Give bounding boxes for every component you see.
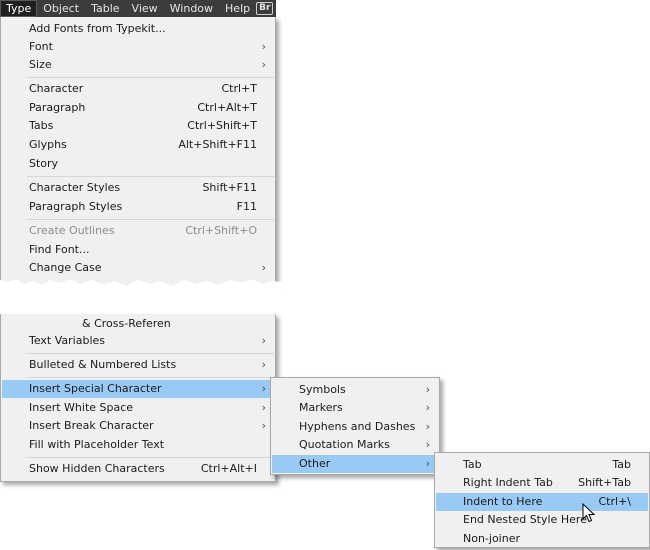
menu-item-bulleted-lists[interactable]: Bulleted & Numbered Lists › xyxy=(2,356,274,374)
menu-item-create-outlines: Create Outlines Ctrl+Shift+O xyxy=(29,224,257,237)
chevron-right-icon: › xyxy=(261,40,266,53)
menu-separator xyxy=(27,457,274,458)
menu-item-text-variables[interactable]: Text Variables › xyxy=(2,332,274,350)
menu-separator xyxy=(27,176,274,177)
menu-item-add-fonts[interactable]: Add Fonts from Typekit... xyxy=(2,20,274,38)
menu-separator xyxy=(27,219,274,220)
type-menu-top: Add Fonts from Typekit... Font › Size › Ch… xyxy=(0,17,276,287)
menu-item-insert-special-character[interactable]: Insert Special Character › xyxy=(2,380,274,398)
submenu-item-right-indent-tab[interactable]: Right Indent Tab Shift+Tab xyxy=(436,474,648,492)
chevron-right-icon: › xyxy=(261,382,266,395)
submenu-item-quotation-marks[interactable]: Quotation Marks › xyxy=(272,436,438,454)
submenu-item-markers[interactable]: Markers › xyxy=(272,399,438,417)
menubar-object[interactable]: Object xyxy=(37,0,85,17)
chevron-right-icon: › xyxy=(425,420,430,433)
menu-item-show-hidden-characters[interactable]: Show Hidden Characters Ctrl+Alt+I xyxy=(2,460,274,478)
other-submenu: Tab Tab Right Indent Tab Shift+Tab Indent … xyxy=(434,452,650,548)
menubar-table[interactable]: Table xyxy=(85,0,125,17)
menu-item-insert-white-space[interactable]: Insert White Space › xyxy=(2,399,274,417)
menu-item-cross-references[interactable]: & Cross-Referen xyxy=(2,315,274,333)
chevron-right-icon: › xyxy=(425,438,430,451)
menu-item-font[interactable]: Font › xyxy=(2,38,274,56)
chevron-right-icon: › xyxy=(261,401,266,414)
menu-item-paragraph-styles[interactable]: Paragraph Styles F11 xyxy=(2,198,274,216)
menubar-window[interactable]: Window xyxy=(164,0,219,17)
submenu-item-tab[interactable]: Tab Tab xyxy=(436,456,648,474)
type-menu-bottom: & Cross-Referen Text Variables › Bulleted… xyxy=(0,314,276,482)
submenu-item-symbols[interactable]: Symbols › xyxy=(272,381,438,399)
menu-item-tabs[interactable]: Tabs Ctrl+Shift+T xyxy=(2,117,274,135)
submenu-item-indent-to-here[interactable]: Indent to Here Ctrl+\ xyxy=(436,493,648,511)
menu-item-glyphs[interactable]: Glyphs Alt+Shift+F11 xyxy=(2,136,274,154)
menu-item-insert-break-character[interactable]: Insert Break Character › xyxy=(2,417,274,435)
menu-bar: Type Object Table View Window Help Br xyxy=(0,0,276,17)
chevron-right-icon: › xyxy=(425,457,430,470)
menubar-view[interactable]: View xyxy=(126,0,164,17)
menu-item-size[interactable]: Size › xyxy=(2,56,274,74)
chevron-right-icon: › xyxy=(261,334,266,347)
menubar-help[interactable]: Help xyxy=(219,0,256,17)
menu-separator xyxy=(27,377,274,378)
submenu-item-hyphens-dashes[interactable]: Hyphens and Dashes › xyxy=(272,418,438,436)
menu-item-fill-placeholder[interactable]: Fill with Placeholder Text xyxy=(2,436,274,454)
chevron-right-icon: › xyxy=(425,401,430,414)
bridge-icon[interactable]: Br xyxy=(256,2,274,15)
menu-separator xyxy=(27,77,274,78)
submenu-item-non-joiner[interactable]: Non-joiner xyxy=(436,530,648,548)
chevron-right-icon: › xyxy=(261,58,266,71)
submenu-item-other[interactable]: Other › xyxy=(272,455,438,473)
menu-item-story[interactable]: Story xyxy=(2,155,274,173)
menu-separator xyxy=(27,353,274,354)
special-character-submenu: Symbols › Markers › Hyphens and Dashes › Qu… xyxy=(270,377,440,475)
menu-item-character[interactable]: Character Ctrl+T xyxy=(2,80,274,98)
chevron-right-icon: › xyxy=(261,358,266,371)
mouse-cursor-icon xyxy=(582,503,596,523)
menu-item-character-styles[interactable]: Character Styles Shift+F11 xyxy=(2,179,274,197)
menu-item-paragraph[interactable]: Paragraph Ctrl+Alt+T xyxy=(2,99,274,117)
chevron-right-icon: › xyxy=(425,383,430,396)
menu-item-find-font[interactable]: Find Font... xyxy=(2,241,274,259)
menubar-type[interactable]: Type xyxy=(0,0,38,17)
submenu-item-end-nested-style[interactable]: End Nested Style Here xyxy=(436,511,648,529)
chevron-right-icon: › xyxy=(261,419,266,432)
